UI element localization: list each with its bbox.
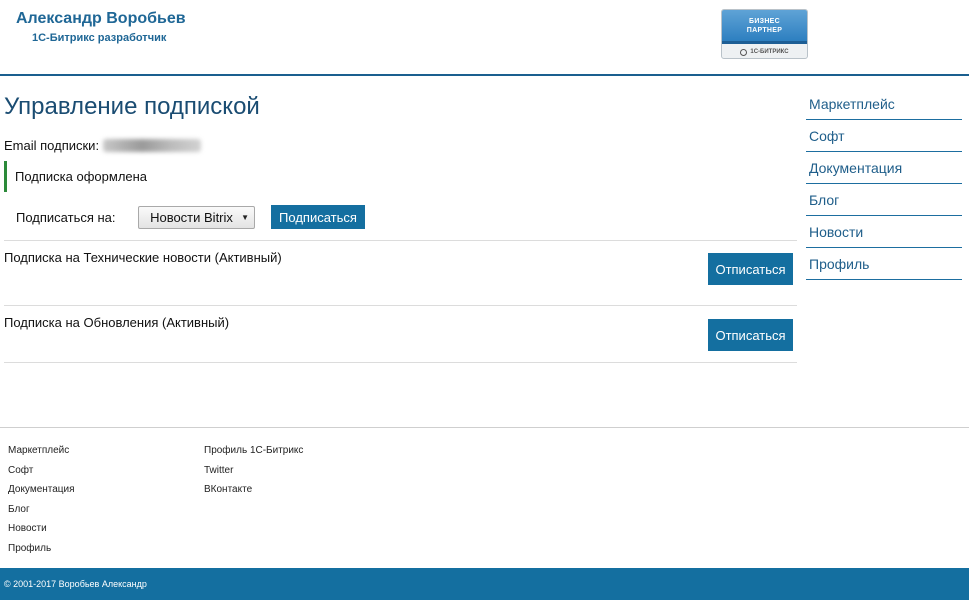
footer-link-twitter[interactable]: Twitter bbox=[204, 464, 303, 484]
subscribe-button[interactable]: Подписаться bbox=[271, 205, 365, 229]
bitrix-logo-icon bbox=[740, 48, 748, 56]
subscribe-form: Подписаться на: Новости Bitrix ▼ Подписа… bbox=[16, 205, 365, 229]
partner-badge-brand: 1С-БИТРИКС bbox=[750, 49, 789, 55]
site-subtitle: 1С-Битрикс разработчик bbox=[32, 32, 167, 44]
footer-link-bitrix-profile[interactable]: Профиль 1С-Битрикс bbox=[204, 444, 303, 464]
footer-links-external: Профиль 1С-Битрикс Twitter ВКонтакте bbox=[204, 444, 303, 503]
partner-badge-line2: ПАРТНЕР bbox=[746, 26, 783, 34]
subscription-item-text: Подписка на Технические новости (Активны… bbox=[4, 250, 282, 265]
partner-badge-top: БИЗНЕС ПАРТНЕР bbox=[722, 10, 807, 41]
subscription-item: Подписка на Обновления (Активный) Отписа… bbox=[4, 305, 797, 363]
copyright-bar: © 2001-2017 Воробьев Александр bbox=[0, 568, 969, 600]
email-label: Email подписки: bbox=[4, 138, 100, 153]
email-value-blurred bbox=[103, 139, 202, 152]
partner-badge-bottom: 1С-БИТРИКС bbox=[722, 44, 807, 58]
footer-link-soft[interactable]: Софт bbox=[8, 464, 75, 484]
page-title: Управление подпиской bbox=[4, 93, 260, 120]
sidebar-item-soft[interactable]: Софт bbox=[806, 120, 962, 152]
email-row: Email подписки: bbox=[4, 138, 202, 153]
footer-link-vkontakte[interactable]: ВКонтакте bbox=[204, 483, 303, 503]
select-value: Новости Bitrix bbox=[150, 209, 233, 225]
unsubscribe-button[interactable]: Отписаться bbox=[708, 319, 793, 351]
dropdown-arrow-icon: ▼ bbox=[241, 212, 249, 222]
business-partner-badge[interactable]: БИЗНЕС ПАРТНЕР 1С-БИТРИКС bbox=[721, 9, 808, 59]
footer-link-profile[interactable]: Профиль bbox=[8, 542, 75, 562]
subscription-select[interactable]: Новости Bitrix ▼ bbox=[138, 205, 255, 229]
subscribe-label: Подписаться на: bbox=[16, 209, 116, 225]
sidebar-item-news[interactable]: Новости bbox=[806, 216, 962, 248]
site-title[interactable]: Александр Воробьев bbox=[16, 10, 186, 28]
partner-badge-line1: БИЗНЕС bbox=[748, 17, 781, 25]
subscription-item-text: Подписка на Обновления (Активный) bbox=[4, 315, 230, 330]
notice-text: Подписка оформлена bbox=[15, 169, 148, 184]
footer-divider bbox=[0, 427, 969, 428]
sidebar-item-docs[interactable]: Документация bbox=[806, 152, 962, 184]
subscription-notice: Подписка оформлена bbox=[4, 161, 304, 192]
sidebar-nav: Маркетплейс Софт Документация Блог Новос… bbox=[806, 88, 962, 280]
footer-link-news[interactable]: Новости bbox=[8, 522, 75, 542]
footer-link-docs[interactable]: Документация bbox=[8, 483, 75, 503]
footer-link-marketplace[interactable]: Маркетплейс bbox=[8, 444, 75, 464]
site-header: Александр Воробьев 1С-Битрикс разработчи… bbox=[0, 0, 969, 76]
sidebar-item-blog[interactable]: Блог bbox=[806, 184, 962, 216]
copyright-text: © 2001-2017 Воробьев Александр bbox=[4, 579, 147, 589]
footer-link-blog[interactable]: Блог bbox=[8, 503, 75, 523]
sidebar-item-marketplace[interactable]: Маркетплейс bbox=[806, 88, 962, 120]
subscription-item: Подписка на Технические новости (Активны… bbox=[4, 240, 797, 306]
unsubscribe-button[interactable]: Отписаться bbox=[708, 253, 793, 285]
footer-links-site: Маркетплейс Софт Документация Блог Новос… bbox=[8, 444, 75, 561]
sidebar-item-profile[interactable]: Профиль bbox=[806, 248, 962, 280]
